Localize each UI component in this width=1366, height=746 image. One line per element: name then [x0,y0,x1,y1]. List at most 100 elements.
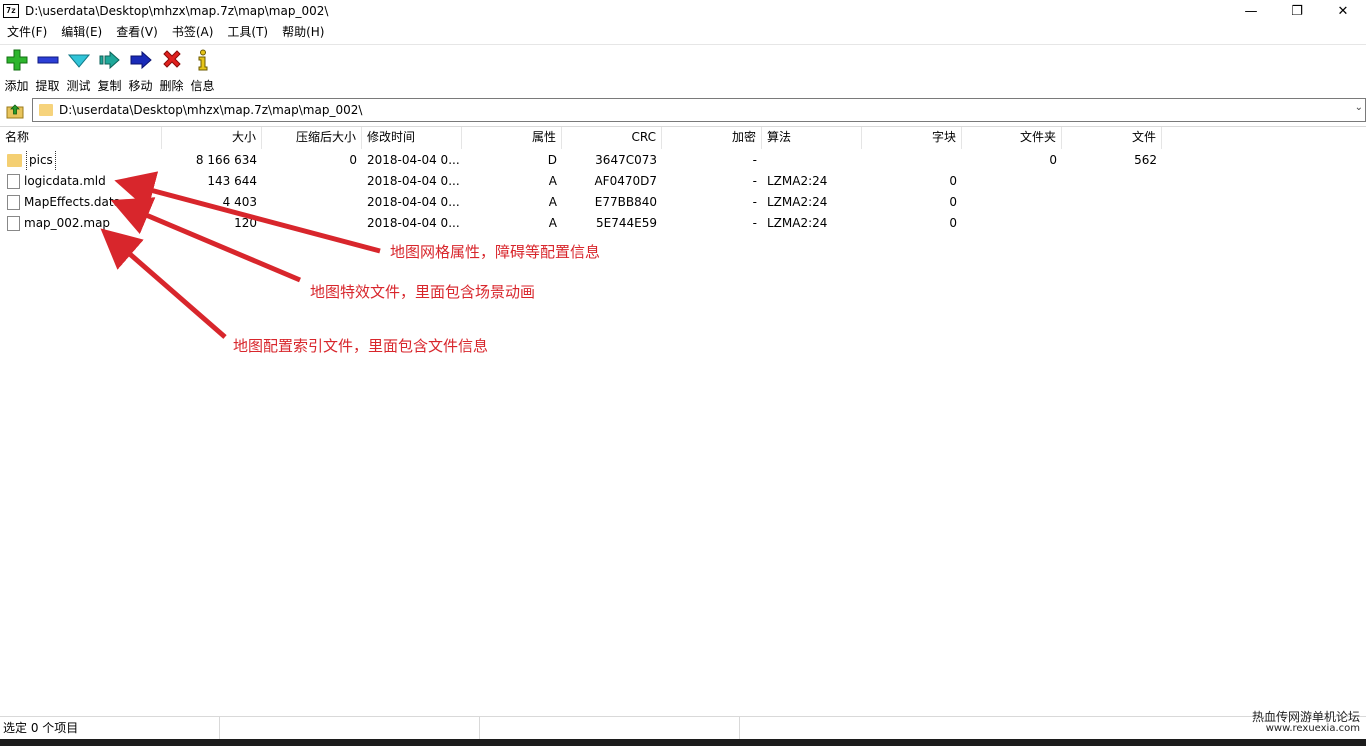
file-packed [262,213,362,234]
column-header-size[interactable]: 大小 [162,127,262,149]
info-icon [198,49,207,71]
extract-label: 提取 [35,79,60,93]
column-header-crc[interactable]: CRC [562,127,662,149]
extract-button[interactable]: 提取 [32,45,63,95]
file-size: 8 166 634 [195,153,257,167]
app-7zip-icon: 7z [3,4,19,18]
column-header-method[interactable]: 算法 [762,127,862,149]
folder-up-icon [6,103,24,118]
column-header-name[interactable]: 名称 [0,127,162,149]
file-files: 562 [1134,153,1157,167]
test-label: 测试 [66,79,91,93]
delete-x-icon [162,50,181,68]
status-segment-2 [220,716,480,739]
test-button[interactable]: 测试 [63,45,94,95]
file-attr: A [548,174,557,188]
file-folders: 0 [1049,153,1057,167]
taskbar-edge [0,739,1366,746]
status-selected: 选定 0 个项目 [0,716,220,739]
file-block: 0 [949,216,957,230]
close-button[interactable]: ✕ [1320,0,1366,22]
title-bar: 7z D:\userdata\Desktop\mhzx\map.7z\map\m… [0,0,1366,22]
window-controls: — ❐ ✕ [1228,0,1366,22]
file-files [1062,192,1162,213]
file-attr: A [548,216,557,230]
up-folder-button[interactable] [2,99,28,123]
delete-button[interactable]: 删除 [156,45,187,95]
watermark-line1: 热血传网游单机论坛 [1251,710,1360,724]
file-folders [962,171,1062,192]
copy-button[interactable]: 复制 [94,45,125,95]
menu-file[interactable]: 文件(F) [0,22,54,43]
status-segment-3 [480,716,740,739]
column-header-modified[interactable]: 修改时间 [362,127,462,149]
move-button[interactable]: 移动 [125,45,156,95]
table-row[interactable]: MapEffects.data 4 403 2018-04-04 0... A … [0,192,1366,213]
menu-tools[interactable]: 工具(T) [220,22,275,43]
file-encrypted: - [752,174,757,188]
file-attr: D [547,153,557,167]
file-block: 0 [949,195,957,209]
add-label: 添加 [4,79,29,93]
file-encrypted: - [752,195,757,209]
watermark: 热血传网游单机论坛 www.rexuexia.com [1252,711,1360,735]
window-title: D:\userdata\Desktop\mhzx\map.7z\map\map_… [25,4,329,18]
file-modified: 2018-04-04 0... [367,153,460,167]
file-packed [262,192,362,213]
chevron-down-icon[interactable]: ⌄ [1355,102,1363,113]
menu-help[interactable]: 帮助(H) [275,22,331,43]
menu-view[interactable]: 查看(V) [109,22,165,43]
file-modified: 2018-04-04 0... [367,195,460,209]
column-header-attributes[interactable]: 属性 [462,127,562,149]
file-method: LZMA2:24 [767,216,828,230]
file-crc: 3647C073 [595,153,657,167]
file-encrypted: - [752,153,757,167]
maximize-button[interactable]: ❐ [1274,0,1320,22]
folder-icon [7,154,22,167]
move-arrow-icon [130,50,152,70]
file-packed: 0 [349,153,357,167]
column-header-folders[interactable]: 文件夹 [962,127,1062,149]
file-size: 143 644 [207,174,257,188]
status-bar: 选定 0 个项目 [0,716,1366,739]
file-icon [7,195,20,210]
annotation-mapeffects: 地图特效文件，里面包含场景动画 [310,283,536,301]
path-input[interactable]: D:\userdata\Desktop\mhzx\map.7z\map\map_… [32,98,1366,122]
file-folders [962,192,1062,213]
file-icon [7,216,20,231]
file-icon [7,174,20,189]
path-text: D:\userdata\Desktop\mhzx\map.7z\map\map_… [59,103,363,117]
file-modified: 2018-04-04 0... [367,216,460,230]
copy-label: 复制 [97,79,122,93]
annotation-mapfile: 地图配置索引文件，里面包含文件信息 [233,337,489,355]
file-packed [262,171,362,192]
move-label: 移动 [128,79,153,93]
file-method: LZMA2:24 [767,174,828,188]
column-header-block[interactable]: 字块 [862,127,962,149]
minimize-button[interactable]: — [1228,0,1274,22]
column-header-files[interactable]: 文件 [1062,127,1162,149]
column-header-encrypted[interactable]: 加密 [662,127,762,149]
file-size: 4 403 [222,195,257,209]
add-button[interactable]: 添加 [1,45,32,95]
info-label: 信息 [190,79,215,93]
file-method: LZMA2:24 [767,195,828,209]
annotation-logicdata: 地图网格属性，障碍等配置信息 [390,243,601,261]
table-row[interactable]: map_002.map 120 2018-04-04 0... A 5E744E… [0,213,1366,234]
file-crc: 5E744E59 [596,216,657,230]
file-modified: 2018-04-04 0... [367,174,460,188]
table-row[interactable]: pics 8 166 634 0 2018-04-04 0... D 3647C… [0,150,1366,171]
column-header-packed[interactable]: 压缩后大小 [262,127,362,149]
file-files [1062,213,1162,234]
info-button[interactable]: 信息 [187,45,218,95]
file-crc: AF0470D7 [594,174,657,188]
file-method [762,150,862,171]
minus-icon [37,56,58,64]
table-row[interactable]: logicdata.mld 143 644 2018-04-04 0... A … [0,171,1366,192]
file-list: 名称 大小 压缩后大小 修改时间 属性 CRC 加密 算法 字块 文件夹 文件 … [0,126,1366,716]
folder-icon [39,104,53,116]
menu-edit[interactable]: 编辑(E) [54,22,109,43]
menu-bookmarks[interactable]: 书签(A) [165,22,221,43]
address-bar: D:\userdata\Desktop\mhzx\map.7z\map\map_… [0,97,1366,124]
file-block: 0 [949,174,957,188]
